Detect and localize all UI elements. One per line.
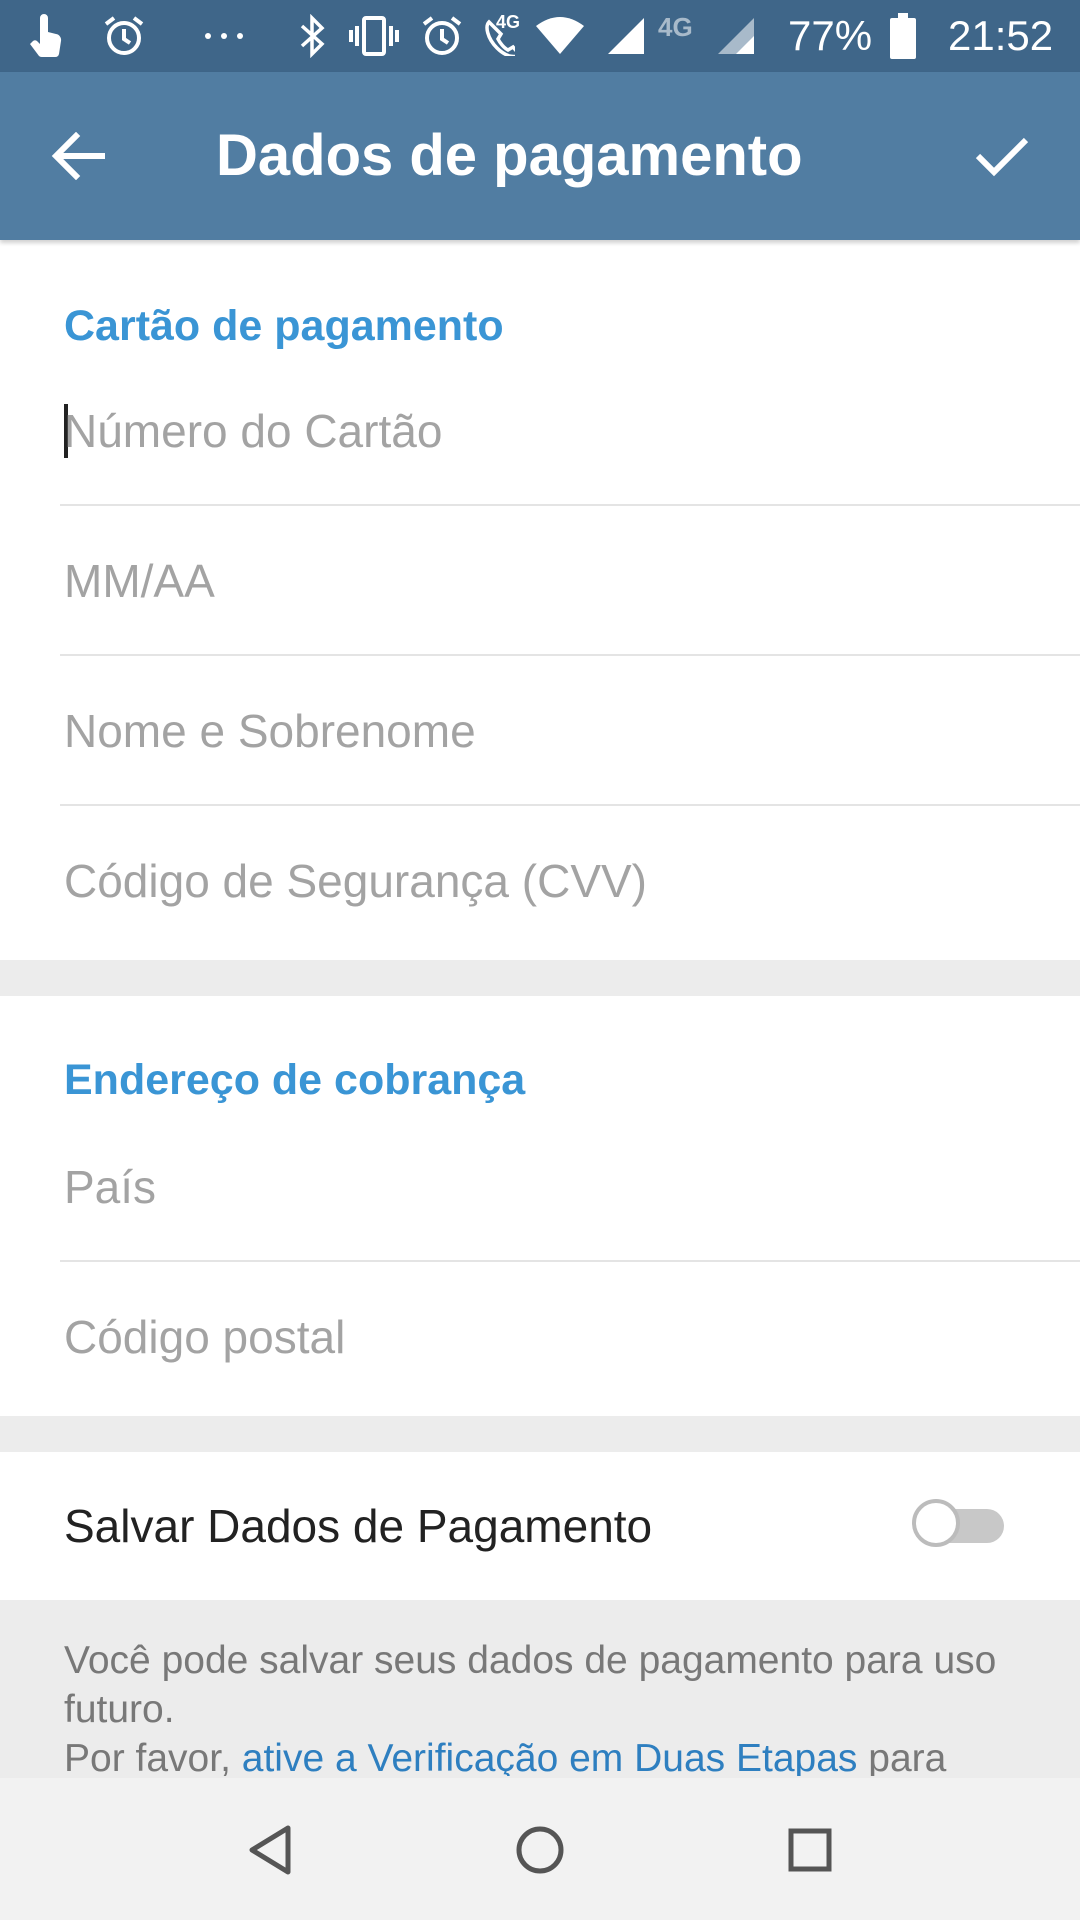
expiry-input[interactable] [60, 506, 1040, 656]
back-button[interactable] [36, 114, 120, 198]
nav-back-button[interactable] [234, 1814, 306, 1886]
section-header-card: Cartão de pagamento [64, 302, 504, 350]
info-text: Você pode salvar seus dados de pagamento… [64, 1636, 1024, 1776]
recents-square-icon [788, 1828, 832, 1872]
checkmark-icon [975, 137, 1029, 177]
signal-4g-icon [714, 10, 758, 62]
info-text-prefix: Por favor, [64, 1737, 242, 1776]
home-circle-icon [516, 1826, 564, 1874]
nav-home-button[interactable] [504, 1814, 576, 1886]
country-input[interactable] [60, 1112, 1040, 1262]
save-payment-label: Salvar Dados de Pagamento [64, 1500, 653, 1552]
two-step-verification-link[interactable]: ative a Verificação em Duas Etapas [242, 1737, 858, 1776]
cardholder-name-field[interactable] [60, 656, 1080, 806]
expiry-field[interactable] [60, 506, 1080, 656]
cardholder-name-input[interactable] [60, 656, 1040, 806]
clock: 21:52 [948, 12, 1054, 59]
confirm-button[interactable] [960, 114, 1044, 198]
cvv-field[interactable] [60, 806, 1080, 956]
cvv-input[interactable] [60, 806, 1040, 956]
wifi-call-icon: 4G [474, 10, 524, 62]
signal-icon [604, 10, 648, 62]
payment-screen: 4G 4G 77% 21:52 Dados de pagamento Cartã… [0, 0, 1080, 1920]
battery-percent: 77% [788, 12, 873, 59]
back-triangle-icon [249, 1825, 291, 1875]
touch-hand-icon [26, 10, 66, 62]
alarm-icon [100, 10, 148, 62]
more-dots-icon [200, 10, 248, 62]
alarm-icon [418, 10, 466, 62]
page-title: Dados de pagamento [216, 123, 803, 188]
toggle-thumb [912, 1499, 960, 1547]
card-section: Cartão de pagamento [0, 240, 1080, 960]
app-bar: Dados de pagamento [0, 72, 1080, 240]
system-nav-bar [0, 1778, 1080, 1920]
card-number-field[interactable] [60, 356, 1080, 506]
status-bar: 4G 4G 77% 21:52 [0, 0, 1080, 72]
info-text-line: Você pode salvar seus dados de pagamento… [64, 1639, 997, 1731]
nav-recents-button[interactable] [774, 1814, 846, 1886]
call-network-label: 4G [496, 12, 521, 32]
wifi-icon [532, 10, 588, 62]
save-payment-toggle[interactable] [912, 1499, 1004, 1547]
card-number-input[interactable] [60, 356, 1040, 506]
network-type-label: 4G [658, 12, 693, 42]
vibrate-icon [346, 10, 402, 62]
postal-code-input[interactable] [60, 1262, 1040, 1412]
country-field[interactable] [60, 1112, 1080, 1262]
info-text-suffix: para [857, 1737, 947, 1776]
arrow-left-icon [51, 132, 105, 180]
save-payment-row[interactable]: Salvar Dados de Pagamento [0, 1452, 1080, 1600]
section-header-billing: Endereço de cobrança [64, 1056, 526, 1104]
battery-icon [888, 10, 918, 62]
postal-code-field[interactable] [60, 1262, 1080, 1412]
billing-section: Endereço de cobrança [0, 996, 1080, 1416]
bluetooth-icon [292, 10, 332, 62]
